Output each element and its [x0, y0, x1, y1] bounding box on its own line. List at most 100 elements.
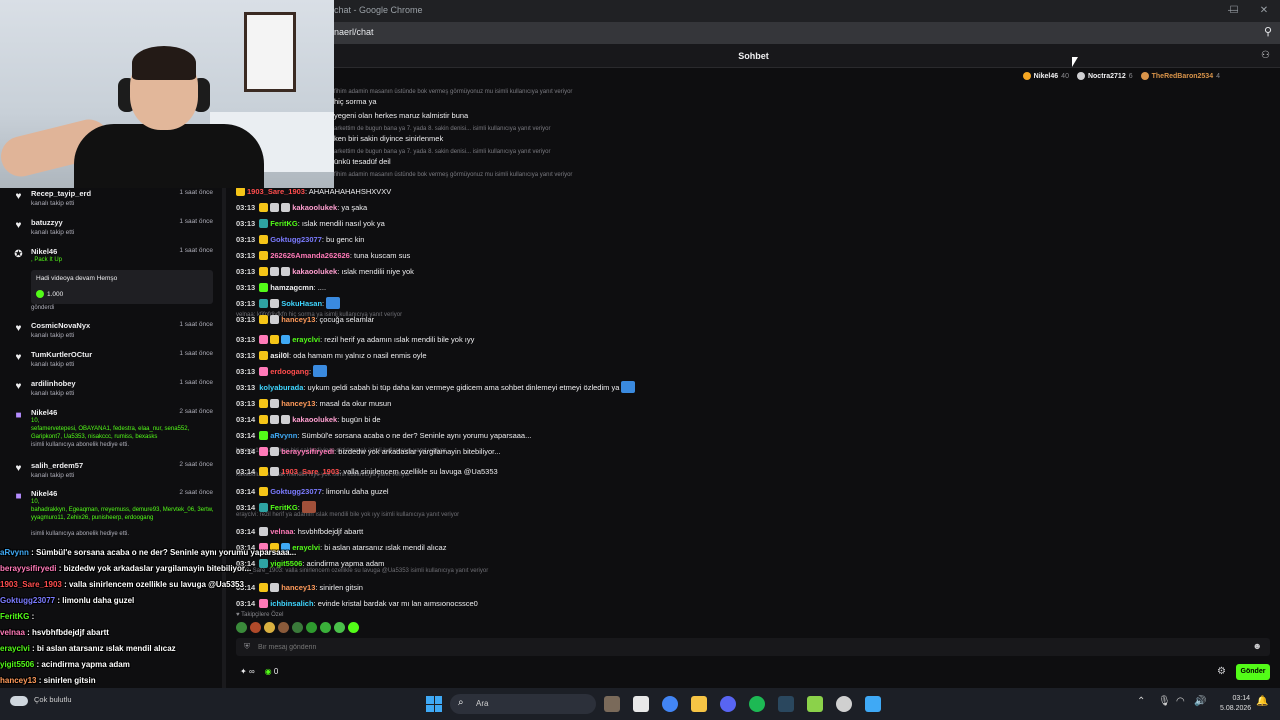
chat-username[interactable]: FeritKG [270, 219, 298, 228]
chat-username[interactable]: velnaa [270, 527, 293, 536]
activity-item[interactable]: ■ Nikel46 2 saat önce [0, 488, 222, 516]
chat-message-text: : bizdedw yok arkadaslar yargilamayin bi… [334, 446, 501, 456]
chat-message-text: : ıslak mendilii niye yok [337, 266, 414, 276]
microphone-icon[interactable]: 🎙 [1158, 696, 1171, 707]
speaker-icon[interactable]: 🔊 [1194, 696, 1206, 707]
activity-item[interactable]: ♥ Recep_tayip_erd 1 saat önce kanalı takip … [0, 188, 222, 216]
url-text[interactable]: naerl/chat [334, 27, 374, 37]
channel-points[interactable]: ✦ ∞ [240, 667, 255, 676]
activity-item[interactable]: ♥ CosmicNovaNyx 1 saat önce kanalı takip et… [0, 320, 222, 348]
chat-username[interactable]: kolyaburada [259, 383, 303, 392]
chat-username[interactable]: hancey13 [281, 315, 315, 324]
overlay-text: : limonlu daha guzel [55, 596, 135, 605]
activity-username[interactable]: Nikel46 [31, 489, 57, 498]
chat-username[interactable]: erayclvi [292, 335, 320, 344]
chat-username[interactable]: FeritKG [270, 503, 298, 512]
activity-username[interactable]: ardilinhobey [31, 379, 76, 388]
windows-start-icon[interactable] [426, 696, 442, 712]
leaderboard-item[interactable]: Nikel46 40 [1022, 69, 1069, 83]
activity-item[interactable]: ♥ batuzzyy 1 saat önce kanalı takip etti [0, 217, 222, 245]
activity-username[interactable]: TumKurtlerOCtur [31, 350, 92, 359]
emote-icon[interactable] [264, 622, 275, 633]
chat-username[interactable]: erdoogang [270, 367, 309, 376]
weather-text[interactable]: Çok bulutlu [34, 695, 72, 704]
notepad-icon[interactable] [865, 696, 881, 712]
activity-item[interactable]: ✪ Nikel46 1 saat önce [0, 246, 222, 274]
activity-item[interactable]: ♥ TumKurtlerOCtur 1 saat önce kanalı takip … [0, 349, 222, 377]
kick-icon[interactable] [807, 696, 823, 712]
chat-username[interactable]: SokuHasan [281, 299, 322, 308]
activity-item[interactable]: ♥ ardilinhobey 1 saat önce kanalı takip ett… [0, 378, 222, 406]
message-input[interactable] [258, 641, 1238, 653]
chat-username[interactable]: aRvynn [270, 431, 297, 440]
emote-icon[interactable] [306, 622, 317, 633]
notification-bell-icon[interactable]: 🔔 [1256, 696, 1268, 707]
chat-input-box[interactable]: ⛨ ☻ [236, 638, 1270, 656]
chat-username[interactable]: Goktugg23077 [270, 487, 322, 496]
activity-subtext: kanalı takip etti [31, 361, 75, 368]
emote-icon[interactable] [292, 622, 303, 633]
activity-username[interactable]: CosmicNovaNyx [31, 321, 90, 330]
send-button[interactable]: Gönder [1236, 664, 1270, 680]
maximize-button[interactable]: ☐ [1219, 3, 1249, 19]
chat-username[interactable]: hamzagcmn [270, 283, 313, 292]
spotify-icon[interactable] [749, 696, 765, 712]
wifi-icon[interactable]: ◠ [1176, 696, 1185, 707]
chat-username[interactable]: asil0l [270, 351, 289, 360]
leaderboard-item[interactable]: Noctra2712 6 [1076, 69, 1133, 83]
leaderboard-item[interactable]: TheRedBaron2534 4 [1140, 69, 1220, 83]
users-icon[interactable]: ⚇ [1261, 50, 1270, 61]
zoom-icon[interactable]: ⚲ [1264, 25, 1272, 38]
badge-icon [281, 334, 291, 344]
chat-message-text: : tuna kuscam sus [349, 250, 411, 260]
taskbar-search[interactable]: ⌕ Ara [450, 694, 596, 714]
emote-icon[interactable] [348, 622, 359, 633]
activity-username[interactable]: batuzzyy [31, 218, 63, 227]
chat-username[interactable]: hancey13 [281, 583, 315, 592]
file-explorer-icon[interactable] [604, 696, 620, 712]
chat-username[interactable]: hancey13 [281, 399, 315, 408]
task-view-icon[interactable] [633, 696, 649, 712]
obs-icon[interactable] [836, 696, 852, 712]
emoji-icon[interactable]: ☻ [1253, 641, 1262, 651]
chat-username[interactable]: kakaoolukek [292, 415, 337, 424]
chevron-up-icon[interactable]: ⌃ [1137, 696, 1145, 707]
chat-username[interactable]: Goktugg23077 [270, 235, 322, 244]
chat-username[interactable]: erayclvi [292, 543, 320, 552]
window-title: chat - Google Chrome [334, 5, 423, 15]
settings-gear-icon[interactable]: ⚙ [1217, 666, 1226, 677]
clock[interactable]: 03:14 5.08.2026 [1220, 694, 1251, 714]
chat-username[interactable]: yigit5506 [270, 559, 302, 568]
badge-icon [259, 266, 269, 276]
steam-icon[interactable] [778, 696, 794, 712]
chat-message: 03:13 kolyaburada: uykum geldi sabah bi t… [236, 380, 636, 394]
chat-username[interactable]: kakaoolukek [292, 267, 337, 276]
close-button[interactable]: ✕ [1249, 3, 1279, 19]
chat-username[interactable]: 262626Amanda262626 [270, 251, 350, 260]
chat-username[interactable]: ichbinsalich [270, 599, 313, 608]
activity-item[interactable]: ♥ salih_erdem57 2 saat önce kanalı takip et… [0, 460, 222, 488]
scrollbar[interactable] [222, 188, 226, 688]
emote-icon[interactable] [250, 622, 261, 633]
emote-icon[interactable] [320, 622, 331, 633]
timestamp: 03:13 [236, 250, 256, 260]
chat-username[interactable]: berayysifiryedi [281, 447, 334, 456]
emote-row[interactable] [236, 622, 359, 633]
kick-coins[interactable]: ◉ 0 [265, 667, 279, 676]
activity-username[interactable]: Nikel46 [31, 247, 57, 256]
chat-username[interactable]: kakaoolukek [292, 203, 337, 212]
emote-icon[interactable] [334, 622, 345, 633]
discord-icon[interactable] [720, 696, 736, 712]
chat-message-text: : bi aslan atarsanız ıslak mendil alıcaz [320, 542, 447, 552]
chrome-icon[interactable] [662, 696, 678, 712]
chat-username[interactable]: 1903_Sare_1903 [281, 467, 339, 476]
activity-username[interactable]: Nikel46 [31, 408, 57, 417]
timestamp: 03:13 [236, 366, 256, 376]
activity-username[interactable]: salih_erdem57 [31, 461, 83, 470]
emote-icon[interactable] [236, 622, 247, 633]
folder-icon[interactable] [691, 696, 707, 712]
emote-icon[interactable] [278, 622, 289, 633]
activity-subtext: kanalı takip etti [31, 472, 75, 479]
activity-username[interactable]: Recep_tayip_erd [31, 189, 91, 198]
activity-item[interactable]: ■ Nikel46 2 saat önce [0, 407, 222, 435]
